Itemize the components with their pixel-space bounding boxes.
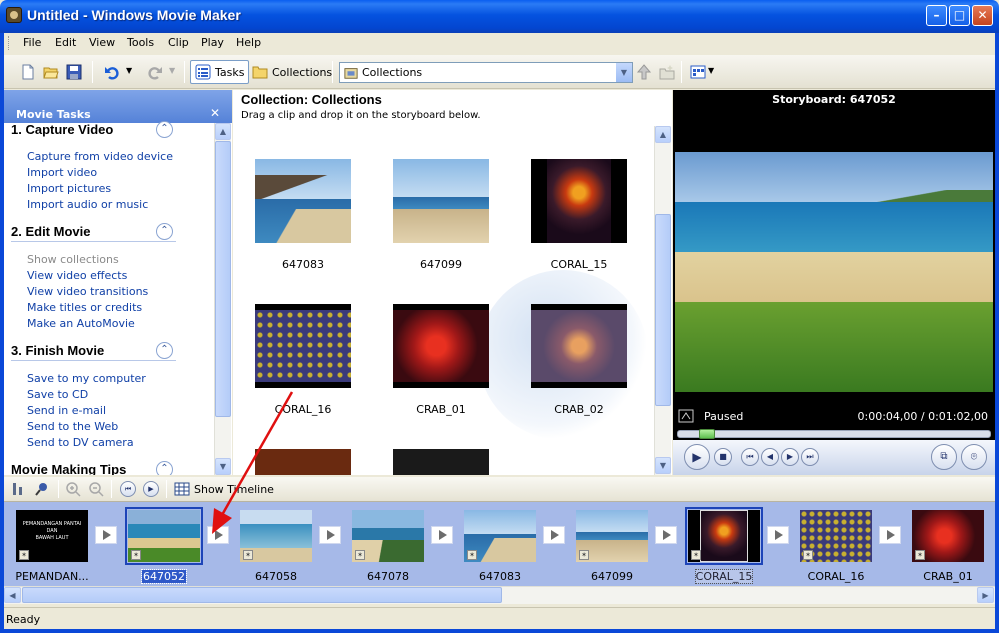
annotation-arrow [212, 391, 294, 534]
